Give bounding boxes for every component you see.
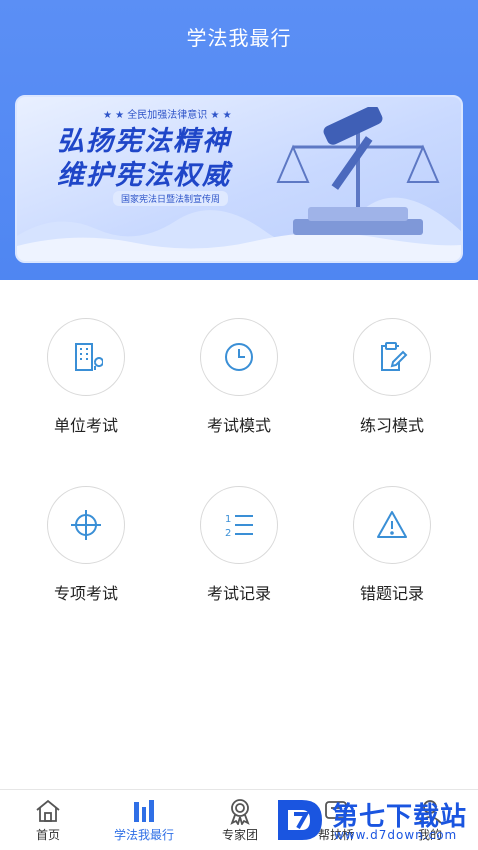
clock-icon [225,343,253,371]
menu-item-exam-records[interactable]: 1 2 考试记录 [169,486,309,604]
menu-item-wrong-records[interactable]: 错题记录 [322,486,462,604]
menu-item-circle [47,318,125,396]
banner-headline-2: 维护宪法权威 [57,160,231,191]
tab-home[interactable]: 首页 [0,796,96,843]
menu-item-circle [353,318,431,396]
medal-icon [230,799,250,825]
watermark: 第七下载站 www.d7down.com [272,792,472,848]
numbered-list-icon: 1 2 [225,514,253,539]
menu-item-label: 错题记录 [359,584,424,603]
menu-item-label: 练习模式 [359,416,424,435]
clipboard-edit-icon [381,342,408,371]
menu-item-label: 考试记录 [206,584,271,603]
svg-text:1: 1 [225,514,231,525]
home-icon [36,799,60,822]
crosshair-icon [71,510,101,540]
tab-label: 学法我最行 [113,828,174,842]
menu-item-circle [353,486,431,564]
tab-label: 首页 [35,828,60,842]
watermark-url: www.d7down.com [334,828,458,842]
d7-logo-icon [278,800,322,840]
menu-item-label: 考试模式 [206,416,271,435]
menu-item-practice-mode[interactable]: 练习模式 [322,318,462,436]
menu-item-special-exam[interactable]: 专项考试 [16,486,156,604]
menu-item-circle [200,318,278,396]
menu-item-circle: 1 2 [200,486,278,564]
menu-item-unit-exam[interactable]: 单位考试 [16,318,156,436]
tab-xuefa[interactable]: 学法我最行 [96,796,192,843]
menu-item-exam-mode[interactable]: 考试模式 [169,318,309,436]
svg-text:2: 2 [225,528,231,539]
scales-gavel-illustration [276,107,440,235]
menu-item-label: 专项考试 [53,584,118,603]
building-icon [75,343,103,371]
header: 学法我最行 ★ ★ 全民加强法律意识 ★ ★ 弘扬宪法精神 维护宪法权威 国家宪… [0,0,478,280]
page-title: 学法我最行 [186,26,292,50]
bar-chart-icon [134,800,154,822]
bottom-tab-bar: 首页 学法我最行 专家团 帮扶桥 我的 第七下载站 www.d7down.com [0,789,478,850]
menu-item-circle [47,486,125,564]
banner[interactable]: ★ ★ 全民加强法律意识 ★ ★ 弘扬宪法精神 维护宪法权威 国家宪法日暨法制宣… [15,95,463,263]
warning-icon [377,511,407,538]
banner-subtitle: 国家宪法日暨法制宣传周 [113,191,229,206]
menu-item-label: 单位考试 [53,416,118,435]
